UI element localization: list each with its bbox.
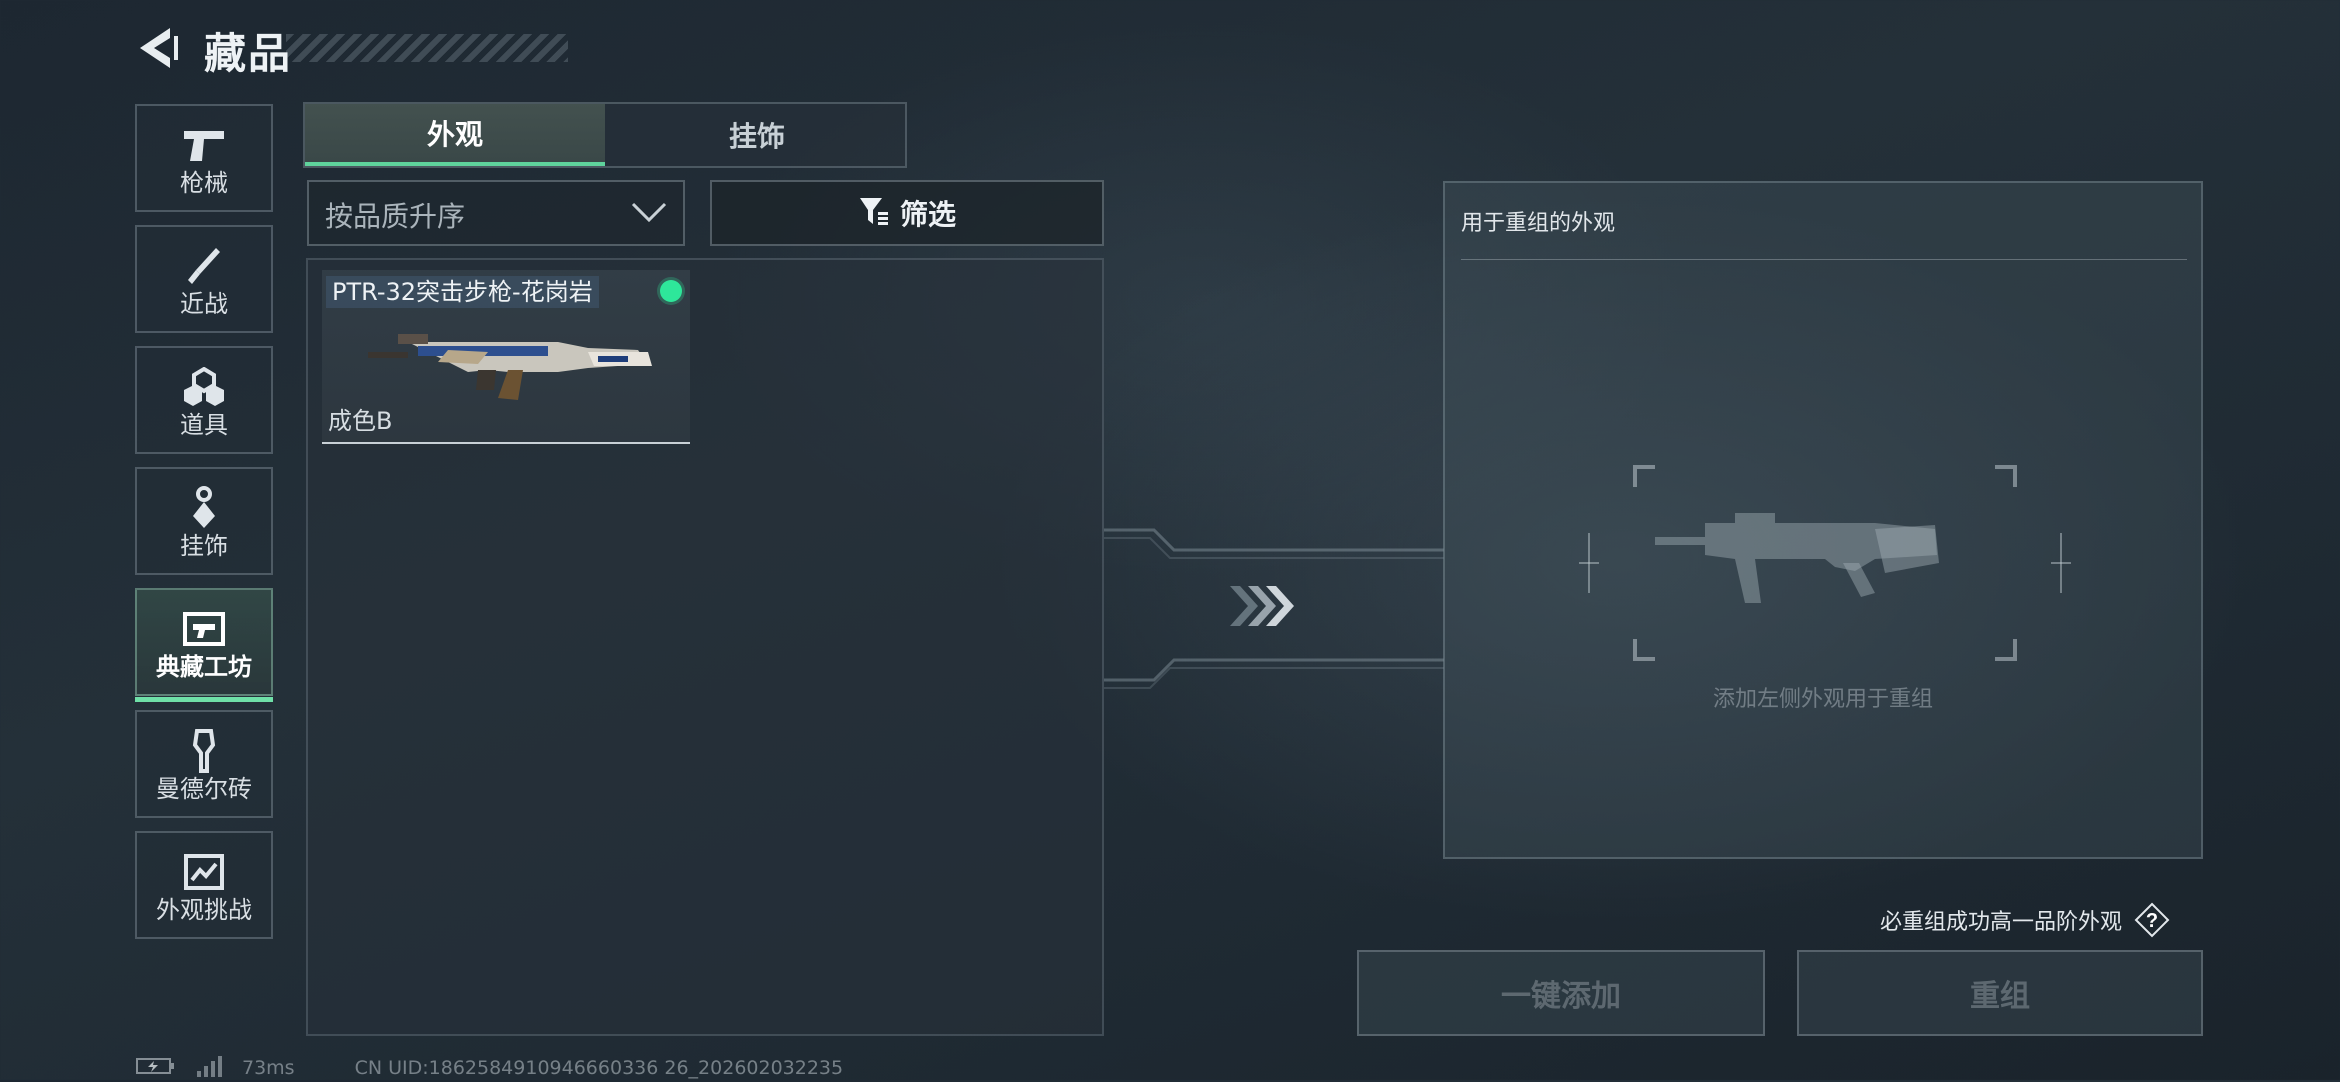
- sidebar-item-workshop[interactable]: 典藏工坊: [135, 588, 273, 702]
- charm-icon: [137, 486, 271, 529]
- battery-icon: [136, 1056, 176, 1081]
- recast-button[interactable]: 重组: [1797, 950, 2203, 1036]
- sidebar-item-melee[interactable]: 近战: [135, 225, 273, 333]
- divider: [1461, 259, 2187, 260]
- pistol-icon: [137, 124, 271, 166]
- item-card[interactable]: PTR-32突击步枪-花岗岩 成色B: [322, 270, 690, 444]
- status-indicator: [660, 280, 682, 302]
- grenades-icon: [137, 366, 271, 408]
- filter-icon: [858, 196, 890, 230]
- chevron-down-icon: [631, 200, 667, 228]
- sidebar-item-label: 挂饰: [180, 532, 228, 560]
- user-uid: CN UID:1862584910946660336 26_2026020322…: [354, 1057, 844, 1079]
- rifle-skin-image: [368, 334, 652, 400]
- challenge-icon: [137, 851, 271, 893]
- item-grade: 成色B: [328, 407, 393, 435]
- ping-value: 73ms: [242, 1057, 295, 1079]
- recast-panel: 用于重组的外观 添加左侧外观用于重组: [1443, 181, 2203, 859]
- sidebar-item-guns[interactable]: 枪械: [135, 104, 273, 212]
- sidebar-item-label: 道具: [180, 411, 228, 439]
- empty-weapon-slot[interactable]: [1575, 463, 2075, 663]
- recast-note: 必重组成功高一品阶外观 ?: [1880, 900, 2170, 940]
- sidebar-item-mandel-brick[interactable]: 曼德尔砖: [135, 710, 273, 818]
- card-underline: [322, 442, 690, 444]
- sidebar-item-label: 典藏工坊: [156, 653, 252, 681]
- filter-label: 筛选: [899, 198, 956, 231]
- arrows-right-icon: [1230, 586, 1294, 626]
- sidebar-item-charms[interactable]: 挂饰: [135, 467, 273, 575]
- tab-appearance[interactable]: 外观: [305, 104, 605, 166]
- recast-hint: 添加左侧外观用于重组: [1712, 687, 1933, 712]
- rifle-silhouette-icon: [1655, 513, 1939, 603]
- brick-icon: [137, 729, 271, 773]
- recast-panel-title: 用于重组的外观: [1461, 211, 1616, 236]
- svg-text:?: ?: [2146, 910, 2158, 932]
- sidebar-item-label: 外观挑战: [156, 896, 252, 924]
- sidebar-item-label: 枪械: [180, 169, 228, 197]
- knife-icon: [137, 245, 271, 287]
- recast-note-text: 必重组成功高一品阶外观: [1880, 910, 2123, 935]
- title-decoration: [286, 34, 568, 62]
- signal-icon: [196, 1055, 222, 1082]
- connector-decoration: [1104, 528, 1444, 689]
- back-icon[interactable]: [136, 26, 184, 70]
- sidebar-item-appearance-challenge[interactable]: 外观挑战: [135, 831, 273, 939]
- sort-dropdown[interactable]: 按品质升序: [307, 180, 685, 246]
- sidebar-item-label: 近战: [180, 290, 228, 318]
- workshop-icon: [137, 608, 271, 650]
- filter-button[interactable]: 筛选: [710, 180, 1104, 246]
- sidebar-item-label: 曼德尔砖: [156, 775, 252, 803]
- sort-value: 按品质升序: [325, 200, 466, 233]
- add-all-button[interactable]: 一键添加: [1357, 950, 1765, 1036]
- page-title: 藏品: [204, 29, 293, 78]
- tab-charms[interactable]: 挂饰: [607, 104, 907, 166]
- item-name: PTR-32突击步枪-花岗岩: [326, 276, 599, 308]
- help-icon[interactable]: ?: [2134, 902, 2170, 938]
- tab-bar: 外观 挂饰: [303, 102, 907, 168]
- sidebar-item-gear[interactable]: 道具: [135, 346, 273, 454]
- status-bar: 73ms CN UID:1862584910946660336 26_20260…: [136, 1055, 844, 1082]
